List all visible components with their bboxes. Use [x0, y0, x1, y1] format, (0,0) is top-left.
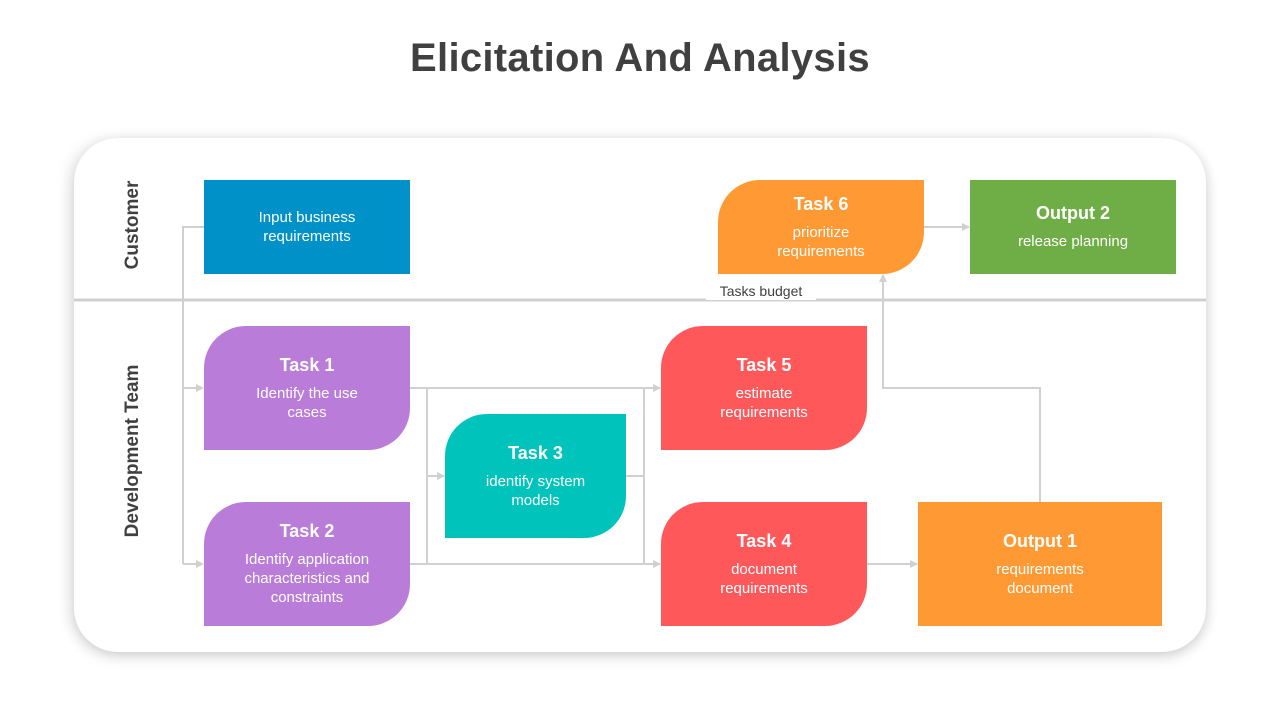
task5-desc: estimate requirements — [720, 384, 808, 421]
task1-desc: Identify the use cases — [256, 384, 358, 421]
task1-box[interactable]: Task 1 Identify the use cases — [204, 326, 410, 450]
task4-title: Task 4 — [736, 530, 792, 551]
page-title: Elicitation And Analysis — [410, 36, 870, 80]
output1-box[interactable]: Output 1 requirements document — [918, 502, 1162, 626]
tasks-budget-label: Tasks budget — [706, 282, 816, 300]
input-desc: Input business requirements — [258, 209, 356, 245]
task6-title: Task 6 — [793, 193, 849, 214]
lane-label-development-team: Development Team — [122, 364, 143, 538]
task6-box[interactable]: Task 6 prioritize requirements — [718, 180, 924, 274]
output2-title: Output 2 — [1036, 203, 1110, 223]
task3-box[interactable]: Task 3 identify system models — [445, 414, 626, 538]
output1-desc: requirements document — [996, 560, 1084, 597]
task1-title: Task 1 — [279, 354, 335, 375]
output2-desc: release planning — [1017, 233, 1129, 250]
lane-label-customer: Customer — [122, 180, 143, 270]
output1-title: Output 1 — [1003, 530, 1077, 551]
task5-title: Task 5 — [736, 354, 792, 375]
task3-title: Task 3 — [508, 442, 563, 463]
task2-desc: Identify application characteristics and… — [244, 551, 370, 606]
task5-box[interactable]: Task 5 estimate requirements — [661, 326, 867, 450]
output2-box[interactable]: Output 2 release planning — [970, 180, 1176, 274]
task4-box[interactable]: Task 4 document requirements — [661, 502, 867, 626]
task4-desc: document requirements — [720, 560, 808, 597]
task2-title: Task 2 — [279, 521, 335, 541]
task2-box[interactable]: Task 2 Identify application characterist… — [204, 502, 410, 626]
input-business-requirements-box[interactable]: Input business requirements — [204, 180, 410, 274]
task6-desc: prioritize requirements — [777, 223, 865, 260]
task3-desc: identify system models — [485, 472, 586, 509]
